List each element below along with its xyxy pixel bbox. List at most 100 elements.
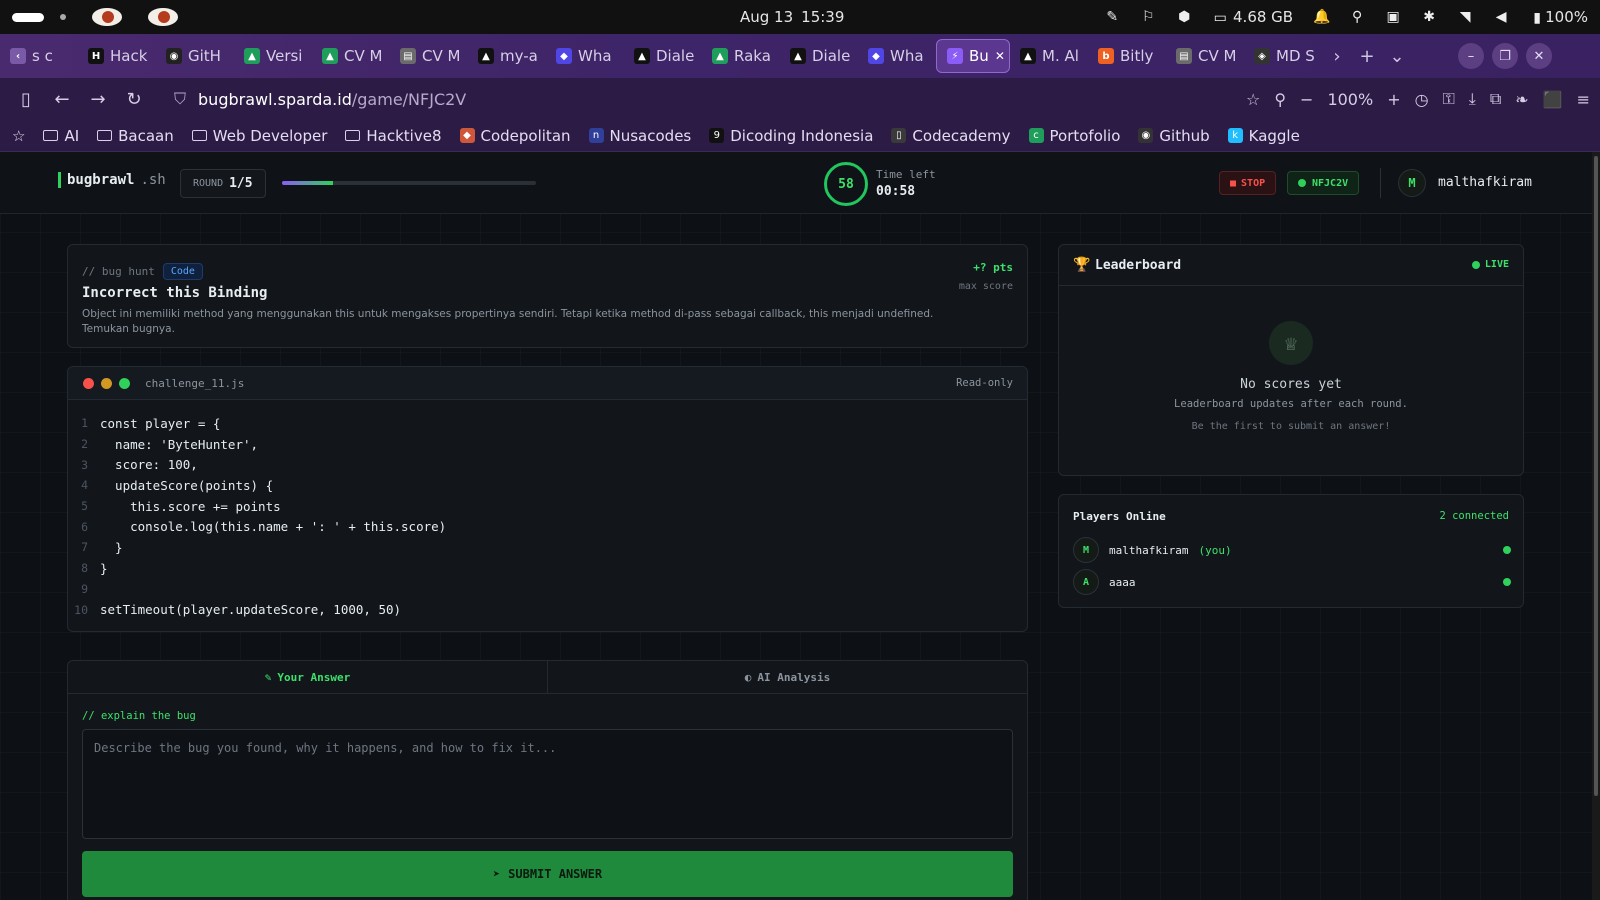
menu-hamburger-icon[interactable]: ≡: [1577, 90, 1590, 109]
tab-label: GitH: [188, 47, 221, 65]
vpn-icon[interactable]: ⚐: [1140, 9, 1156, 25]
stop-game-button[interactable]: ■ STOP: [1219, 171, 1277, 195]
bookmark-item[interactable]: Bacaan: [97, 127, 174, 145]
answer-hint: // explain the bug: [82, 710, 196, 722]
extension-shield-icon[interactable]: ⬛: [1543, 90, 1563, 109]
browser-tab[interactable]: ▲ Raka: [702, 39, 780, 73]
shield-icon[interactable]: ⬢: [1176, 9, 1192, 25]
players-title: Players Online: [1073, 510, 1166, 523]
restore-window-button[interactable]: ❐: [1492, 43, 1518, 69]
brain-icon: ◐: [744, 670, 752, 684]
bookmark-item[interactable]: ◆ Codepolitan: [459, 127, 571, 145]
browser-tab[interactable]: ◈ MD S: [1244, 39, 1322, 73]
passwords-key-icon[interactable]: ⚿: [1443, 89, 1455, 109]
leaderboard-card: 🏆 Leaderboard LIVE ♕ No scores yet Leade…: [1058, 244, 1524, 476]
answer-textarea[interactable]: [82, 729, 1013, 839]
room-code-badge[interactable]: NFJC2V: [1287, 171, 1360, 195]
site-security-shield-icon[interactable]: ⛉: [174, 89, 186, 109]
bookmark-item[interactable]: Web Developer: [191, 127, 327, 145]
workspace-indicator-icon[interactable]: [12, 12, 44, 22]
code-text: setTimeout(player.updateScore, 1000, 50): [100, 602, 402, 618]
zoom-out-button[interactable]: −: [1300, 90, 1313, 109]
code-line: 10 setTimeout(player.updateScore, 1000, 5…: [68, 599, 1027, 620]
accessibility-icon[interactable]: ✱: [1421, 9, 1437, 25]
browser-tab[interactable]: ▲ M. Al: [1010, 39, 1088, 73]
sidebar-toggle-icon[interactable]: ▯: [8, 81, 44, 117]
challenge-category: // bug hunt: [82, 265, 155, 278]
bookmark-item[interactable]: ◉ Github: [1138, 127, 1210, 145]
submit-answer-button[interactable]: ➤ SUBMIT ANSWER: [82, 851, 1013, 897]
clipboard-icon[interactable]: ▣: [1385, 9, 1401, 25]
bookmark-item[interactable]: c Portofolio: [1028, 127, 1120, 145]
workspace-dot-icon[interactable]: [60, 14, 66, 20]
tab-ai-analysis[interactable]: ◐ AI Analysis: [548, 661, 1027, 693]
browser-tab[interactable]: H Hack: [78, 39, 156, 73]
notification-bell-icon[interactable]: 🔔: [1313, 9, 1330, 25]
bookmark-item[interactable]: AI: [43, 127, 79, 145]
tab-list-chevron-down-icon[interactable]: ⌄: [1382, 41, 1412, 71]
bookmark-star-icon[interactable]: ☆: [1246, 90, 1260, 109]
tab-scroll-right-icon[interactable]: ›: [1322, 41, 1352, 71]
bookmark-item[interactable]: Hacktive8: [345, 127, 442, 145]
browser-tab[interactable]: ▲ Diale: [624, 39, 702, 73]
tab-favicon-icon: ◈: [1254, 48, 1270, 64]
browser-tab[interactable]: ▲ Versi: [234, 39, 312, 73]
browser-tab[interactable]: ◆ Wha: [546, 39, 624, 73]
browser-tab[interactable]: ◉ GitH: [156, 39, 234, 73]
app-logo[interactable]: bugbrawl .sh: [58, 172, 166, 188]
browser-tab[interactable]: ◆ Wha: [858, 39, 936, 73]
bookmark-item[interactable]: k Kaggle: [1227, 127, 1300, 145]
bookmark-item[interactable]: n Nusacodes: [588, 127, 691, 145]
forward-button[interactable]: →: [80, 81, 116, 117]
bookmarks-star-icon[interactable]: ☆: [12, 127, 25, 145]
tab-your-answer-label: Your Answer: [277, 670, 351, 684]
browser-tab[interactable]: b Bitly: [1088, 39, 1166, 73]
scrollbar-thumb[interactable]: [1594, 156, 1598, 796]
online-status-dot-icon: [1503, 546, 1511, 554]
extension-pin-icon[interactable]: ⚲: [1274, 90, 1286, 109]
bugbrawl-app: bugbrawl .sh ROUND 1/5 58 Time left 00:58…: [0, 152, 1592, 900]
os-clock[interactable]: Aug 13 15:39: [740, 0, 844, 34]
minimize-window-button[interactable]: –: [1458, 43, 1484, 69]
volume-icon[interactable]: ◀: [1493, 9, 1509, 25]
reload-button[interactable]: ↻: [116, 81, 152, 117]
new-tab-button[interactable]: +: [1352, 41, 1382, 71]
app-header: bugbrawl .sh ROUND 1/5 58 Time left 00:58…: [0, 152, 1592, 214]
folder-icon: [345, 130, 361, 141]
eye-app-icon[interactable]: [92, 8, 122, 26]
back-button[interactable]: ←: [44, 81, 80, 117]
bookmark-item[interactable]: 9 Dicoding Indonesia: [709, 127, 873, 145]
extensions-puzzle-icon[interactable]: ⧉: [1490, 89, 1501, 109]
browser-tab[interactable]: ▤ CV M: [390, 39, 468, 73]
downloads-icon[interactable]: ⤓: [1469, 89, 1476, 109]
address-bar[interactable]: ⛉ bugbrawl.sparda.id/game/NFJC2V: [162, 82, 1172, 116]
browser-tab[interactable]: ‹ s c: [0, 39, 78, 73]
history-icon[interactable]: ◷: [1415, 90, 1429, 109]
tab-your-answer[interactable]: ✎ Your Answer: [68, 661, 548, 693]
memory-indicator[interactable]: ▭ 4.68 GB: [1212, 8, 1294, 26]
leaderboard-empty-hint: Be the first to submit an answer!: [1191, 421, 1391, 432]
battery-indicator[interactable]: ▮ 100%: [1529, 8, 1588, 26]
extension-leaf-icon[interactable]: ❧: [1515, 90, 1528, 109]
browser-tab[interactable]: ▤ CV M: [1166, 39, 1244, 73]
browser-tab[interactable]: ▲ CV M: [312, 39, 390, 73]
answer-tabs: ✎ Your Answer ◐ AI Analysis: [68, 661, 1027, 694]
user-avatar[interactable]: M: [1398, 169, 1426, 197]
wifi-icon[interactable]: ◥: [1457, 9, 1473, 25]
eye-app-icon-2[interactable]: [148, 8, 178, 26]
browser-tab[interactable]: ▲ Diale: [780, 39, 858, 73]
code-editor: challenge_11.js Read-only 1 const player …: [67, 366, 1028, 632]
code-line: 5 this.score += points: [68, 496, 1027, 517]
zoom-level[interactable]: 100%: [1327, 90, 1373, 109]
pin-icon[interactable]: ⚲: [1349, 9, 1365, 25]
bookmark-favicon-icon: c: [1028, 128, 1044, 143]
close-window-button[interactable]: ✕: [1526, 43, 1552, 69]
tab-label: CV M: [344, 47, 383, 65]
pen-icon[interactable]: ✎: [1104, 9, 1120, 25]
close-tab-icon[interactable]: ✕: [995, 49, 1005, 63]
zoom-in-button[interactable]: +: [1387, 90, 1400, 109]
bookmark-item[interactable]: ▯ Codecademy: [891, 127, 1011, 145]
browser-tab[interactable]: ⚡ Bu ✕: [936, 39, 1010, 73]
page-scrollbar[interactable]: [1592, 152, 1600, 900]
browser-tab[interactable]: ▲ my-a: [468, 39, 546, 73]
